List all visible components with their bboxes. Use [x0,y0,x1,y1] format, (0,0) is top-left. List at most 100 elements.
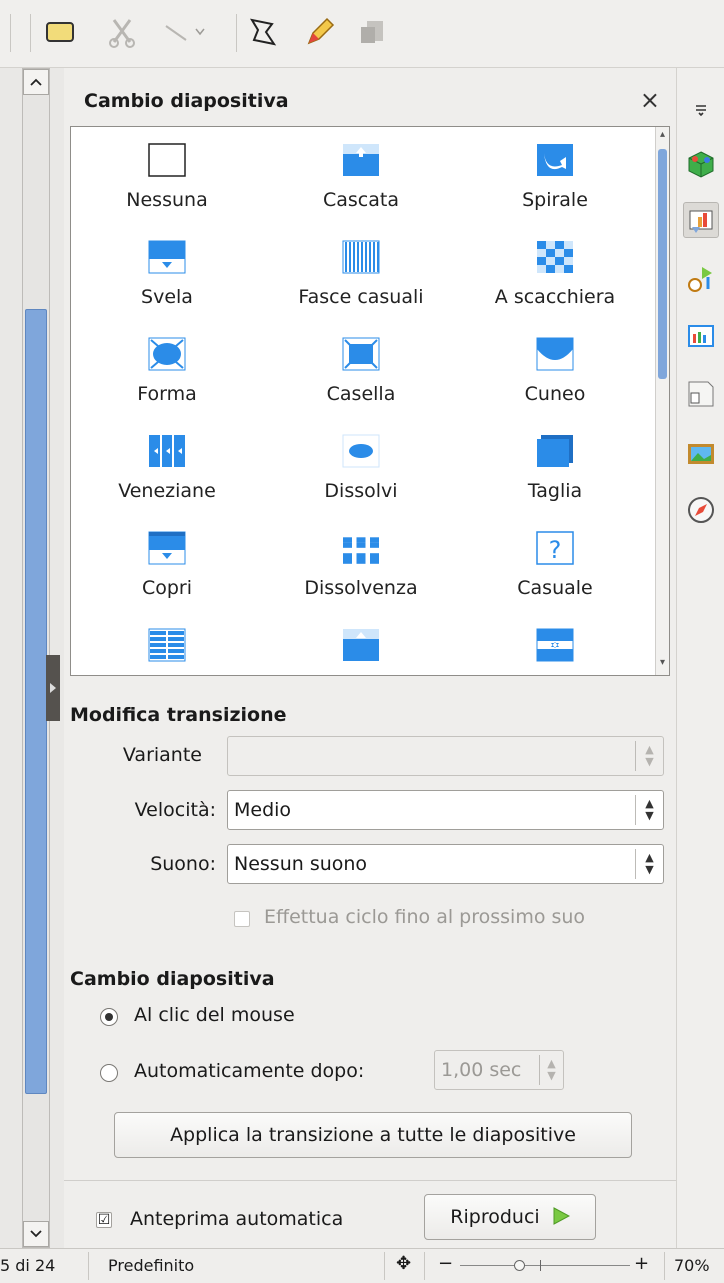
rectangle-icon[interactable] [42,14,78,50]
navigator-icon[interactable] [683,492,719,528]
apply-to-all-button[interactable]: Applica la transizione a tutte le diapos… [114,1112,632,1158]
styles-icon[interactable] [683,376,719,412]
on-click-radio[interactable] [100,1008,118,1026]
move-icon[interactable]: ✥ [396,1253,411,1274]
gallery-scrollbar[interactable]: ▴ ▾ [655,127,669,675]
transition-gallery[interactable]: Nessuna Cascata Spirale Svela Fasce casuali A… [70,126,670,676]
master-slides-icon[interactable] [683,318,719,354]
sound-select[interactable]: Nessun suono ▲ ▼ [227,844,664,884]
auto-preview-checkbox[interactable]: ☑ [96,1212,112,1228]
svg-text:?: ? [549,536,562,564]
pane-splitter-handle[interactable] [46,655,60,721]
scroll-down-button[interactable] [23,1221,49,1247]
push-transition-icon [343,629,379,661]
toolbar [0,0,724,68]
zoom-slider-track[interactable] [460,1265,630,1266]
transition-item[interactable]: Dissolvenza [271,523,451,619]
transition-item[interactable]: Forma [77,329,257,425]
panel-divider [64,1180,676,1181]
zoom-in-icon[interactable]: + [634,1253,649,1274]
status-separator [88,1252,89,1280]
transition-item[interactable]: Nessuna [77,135,257,231]
wedge-transition-icon [536,337,574,371]
transition-label: Spirale [522,189,588,211]
sidebar-tab-bar [676,68,724,1248]
transition-item[interactable]: Casella [271,329,451,425]
transition-item[interactable]: ? Casuale [465,523,645,619]
status-bar: 5 di 24 Predefinito ✥ − + 70% [0,1248,724,1283]
slide-transition-tab-icon[interactable] [683,202,719,238]
loop-sound-checkbox[interactable] [234,911,250,927]
pen-icon[interactable] [302,14,338,50]
zoom-out-icon[interactable]: − [438,1253,453,1274]
panel-title: Cambio diapositiva [84,90,289,112]
gallery-scroll-thumb[interactable] [658,149,667,379]
play-button-label: Riproduci [450,1206,540,1228]
modify-transition-heading: Modifica transizione [70,704,287,726]
transition-item[interactable]: Cascata [271,135,451,231]
auto-preview-label: Anteprima automatica [130,1208,344,1230]
play-button[interactable]: Riproduci [424,1194,596,1240]
transition-item[interactable]: Cuneo [465,329,645,425]
transition-item[interactable]: Spirale [465,135,645,231]
bars-transition-icon [148,628,186,662]
variant-select: ▲ ▼ [227,736,664,776]
loop-sound-label: Effettua ciclo fino al prossimo suo [264,906,586,928]
properties-cube-icon[interactable] [683,146,719,182]
transition-item[interactable] [271,620,451,675]
transition-item[interactable]: A scacchiera [465,232,645,328]
zoom-level[interactable]: 70% [674,1256,710,1275]
transition-label: Svela [141,286,193,308]
transition-item[interactable] [465,620,645,675]
transition-label: Nessuna [126,189,208,211]
transition-label: Casuale [517,577,593,599]
transition-label: Cuneo [524,383,586,405]
transition-label: Casella [326,383,396,405]
spin-arrows-icon[interactable]: ▲ ▼ [635,849,663,879]
auto-advance-label: Automaticamente dopo: [134,1060,365,1082]
toolbar-separator [10,14,11,52]
transition-item[interactable]: Copri [77,523,257,619]
cut-icon[interactable] [104,14,140,50]
speed-label: Velocità: [134,799,216,821]
none-transition-icon [148,143,186,177]
advance-slide-heading: Cambio diapositiva [70,968,275,990]
random-bars-transition-icon [342,240,380,274]
venetian-transition-icon [149,435,185,467]
sidebar-menu-icon[interactable] [683,92,719,128]
transition-item[interactable] [77,620,257,675]
cut-transition-icon [537,435,573,467]
spin-arrows-icon: ▲ ▼ [539,1055,563,1085]
animation-icon[interactable] [683,260,719,296]
spin-arrows-icon[interactable]: ▲ ▼ [635,795,663,825]
uncover-transition-icon [148,240,186,274]
gallery-scroll-down-icon[interactable]: ▾ [656,657,669,673]
polygon-icon[interactable] [244,14,280,50]
status-separator [424,1252,425,1280]
toolbar-separator [30,14,31,52]
auto-advance-radio[interactable] [100,1064,118,1082]
status-separator [384,1252,385,1280]
spiral-transition-icon [537,144,573,176]
cascade-transition-icon [343,144,379,176]
transition-item[interactable]: Svela [77,232,257,328]
scroll-up-button[interactable] [23,69,49,95]
toolbar-separator [236,14,237,52]
transition-item[interactable]: Dissolvi [271,426,451,522]
gallery-scroll-up-icon[interactable]: ▴ [656,129,669,145]
transition-item[interactable]: Fasce casuali [271,232,451,328]
line-icon[interactable] [158,14,194,50]
gallery-icon[interactable] [683,434,719,470]
close-icon[interactable]: × [640,86,660,114]
glue-point-icon[interactable] [354,14,390,50]
status-separator [664,1252,665,1280]
transition-label: Cascata [323,189,399,211]
transition-item[interactable]: Veneziane [77,426,257,522]
zoom-slider-handle[interactable] [514,1260,525,1271]
scroll-thumb[interactable] [25,309,47,1094]
shape-transition-icon [148,337,186,371]
speed-select[interactable]: Medio ▲ ▼ [227,790,664,830]
chevron-down-icon[interactable] [190,14,210,50]
transition-item[interactable]: Taglia [465,426,645,522]
on-click-label: Al clic del mouse [134,1004,295,1026]
